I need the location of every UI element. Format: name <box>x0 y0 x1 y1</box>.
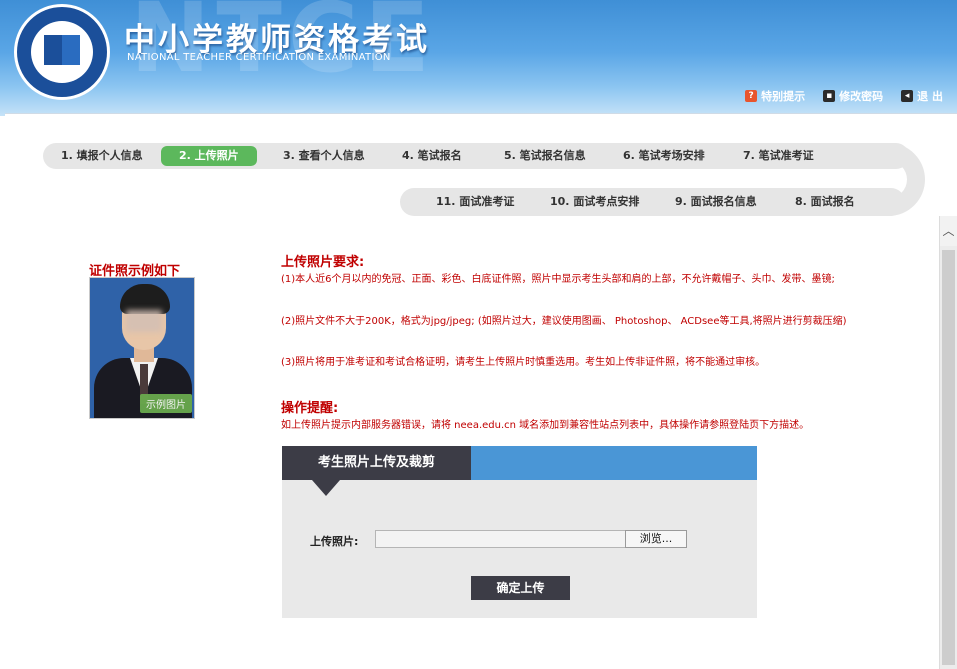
ntce-logo <box>14 4 110 100</box>
step-3[interactable]: 3. 查看个人信息 <box>283 146 365 166</box>
step-5[interactable]: 5. 笔试报名信息 <box>504 146 586 166</box>
upload-panel-title: 考生照片上传及裁剪 <box>282 446 471 480</box>
step-9[interactable]: 9. 面试报名信息 <box>675 192 757 212</box>
step-4[interactable]: 4. 笔试报名 <box>402 146 462 166</box>
step-6[interactable]: 6. 笔试考场安排 <box>623 146 705 166</box>
browse-button[interactable]: 浏览... <box>625 530 687 548</box>
tips-title: 操作提醒: <box>281 401 339 416</box>
scroll-up-icon[interactable]: ︿ <box>940 216 957 246</box>
step-7[interactable]: 7. 笔试准考证 <box>743 146 814 166</box>
requirement-3: (3)照片将用于准考证和考试合格证明，请考生上传照片时慎重选用。考生如上传非证件… <box>281 357 766 368</box>
change-password-link[interactable]: ▪ 修改密码 <box>823 88 883 104</box>
logout-icon: ◂ <box>901 90 914 102</box>
file-path-input[interactable] <box>375 530 626 548</box>
tab-pointer-icon <box>312 480 340 496</box>
upload-panel: 考生照片上传及裁剪 上传照片: 浏览... 确定上传 <box>282 446 757 618</box>
logout-label: 退 出 <box>917 90 943 103</box>
upload-field-label: 上传照片: <box>310 535 359 548</box>
requirements-title: 上传照片要求: <box>281 255 365 270</box>
main-content: 1. 填报个人信息 2. 上传照片 3. 查看个人信息 4. 笔试报名 5. 笔… <box>5 113 957 669</box>
step-11[interactable]: 11. 面试准考证 <box>436 192 514 212</box>
scrollbar-thumb[interactable] <box>942 250 955 665</box>
step-1[interactable]: 1. 填报个人信息 <box>61 146 143 166</box>
requirement-1: (1)本人近6个月以内的免冠、正面、彩色、白底证件照，照片中显示考生头部和肩的上… <box>281 274 835 285</box>
vertical-scrollbar[interactable]: ︿ <box>939 216 957 669</box>
logo-emblem <box>31 21 93 83</box>
requirement-2: (2)照片文件不大于200K，格式为jpg/jpeg; (如照片过大，建议使用图… <box>281 316 847 327</box>
logout-link[interactable]: ◂ 退 出 <box>901 88 943 104</box>
special-notice-link[interactable]: ? 特别提示 <box>745 88 805 104</box>
special-notice-label: 特别提示 <box>761 90 806 103</box>
site-subtitle: NATIONAL TEACHER CERTIFICATION EXAMINATI… <box>127 52 391 63</box>
confirm-upload-button[interactable]: 确定上传 <box>471 576 570 600</box>
change-password-label: 修改密码 <box>839 90 884 103</box>
step-8[interactable]: 8. 面试报名 <box>795 192 855 212</box>
password-icon: ▪ <box>823 90 836 102</box>
header-links: ? 特别提示 ▪ 修改密码 ◂ 退 出 <box>745 88 943 104</box>
notice-icon: ? <box>745 90 758 102</box>
step-10[interactable]: 10. 面试考点安排 <box>550 192 639 212</box>
site-header: NTCE 中小学教师资格考试 NATIONAL TEACHER CERTIFIC… <box>0 0 957 116</box>
step-2-active[interactable]: 2. 上传照片 <box>161 146 257 166</box>
book-icon <box>44 35 80 65</box>
sample-photo-tag: 示例图片 <box>140 394 192 413</box>
tips-text: 如上传照片提示内部服务器错误，请将 neea.edu.cn 域名添加到兼容性站点… <box>281 420 810 431</box>
